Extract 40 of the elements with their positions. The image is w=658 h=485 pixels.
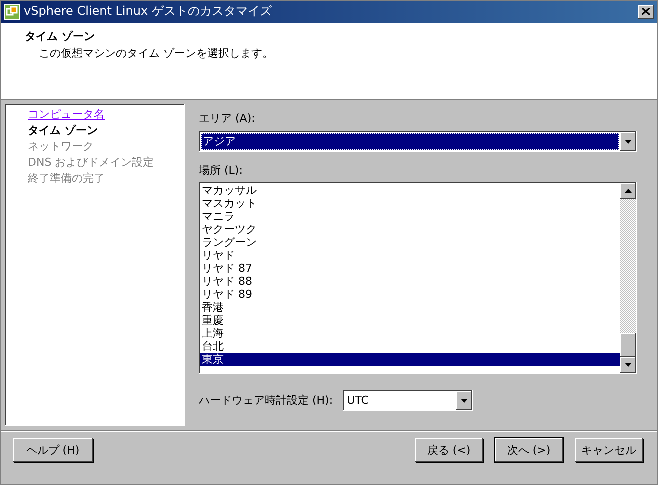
- app-icon: [4, 4, 20, 20]
- list-item[interactable]: 香港: [200, 301, 620, 314]
- hardware-clock-label: ハードウェア時計設定 (H):: [199, 394, 334, 408]
- list-item[interactable]: 重慶: [200, 314, 620, 328]
- close-icon: [642, 8, 650, 16]
- cancel-button[interactable]: キャンセル: [575, 438, 643, 462]
- area-label: エリア (A):: [199, 112, 256, 126]
- list-item[interactable]: ラングーン: [200, 236, 620, 250]
- scroll-up-icon: [624, 189, 632, 194]
- dropdown-arrow-icon: [460, 398, 468, 403]
- hardware-clock-dropdown[interactable]: UTC: [343, 390, 474, 412]
- list-item[interactable]: 東京: [200, 353, 620, 366]
- list-item[interactable]: マカッサル: [200, 184, 620, 198]
- back-button[interactable]: 戻る (<): [415, 438, 483, 462]
- scrollbar-thumb[interactable]: [620, 333, 636, 358]
- list-item[interactable]: ヤクーツク: [200, 223, 620, 236]
- list-item[interactable]: 台北: [200, 340, 620, 354]
- list-item[interactable]: リヤド 89: [200, 288, 620, 302]
- step-item: DNS およびドメイン設定: [28, 155, 156, 172]
- step-item: 終了準備の完了: [28, 171, 106, 188]
- dropdown-arrow-icon: [624, 140, 632, 144]
- location-label: 場所 (L):: [199, 164, 244, 178]
- scroll-down-icon: [624, 363, 632, 368]
- step-item: タイム ゾーン: [28, 123, 99, 140]
- list-item[interactable]: リヤド: [200, 249, 620, 262]
- next-button[interactable]: 次へ (>): [495, 438, 563, 462]
- list-item[interactable]: マスカット: [200, 197, 620, 210]
- list-item[interactable]: 上海: [200, 327, 620, 340]
- page-subtitle: この仮想マシンのタイム ゾーンを選択します。: [38, 46, 274, 61]
- help-button[interactable]: ヘルプ (H): [13, 438, 93, 462]
- page-title: タイム ゾーン: [25, 28, 96, 44]
- close-button[interactable]: [638, 4, 654, 19]
- area-dropdown[interactable]: アジア: [199, 131, 637, 152]
- list-item[interactable]: リヤド 88: [200, 275, 620, 288]
- list-item[interactable]: リヤド 87: [200, 262, 620, 276]
- step-item: ネットワーク: [28, 139, 95, 156]
- window-title: vSphere Client Linux ゲストのカスタマイズ: [24, 3, 273, 20]
- step-link[interactable]: コンピュータ名: [28, 107, 184, 124]
- scrollbar[interactable]: [620, 183, 636, 374]
- list-item[interactable]: マニラ: [200, 210, 620, 224]
